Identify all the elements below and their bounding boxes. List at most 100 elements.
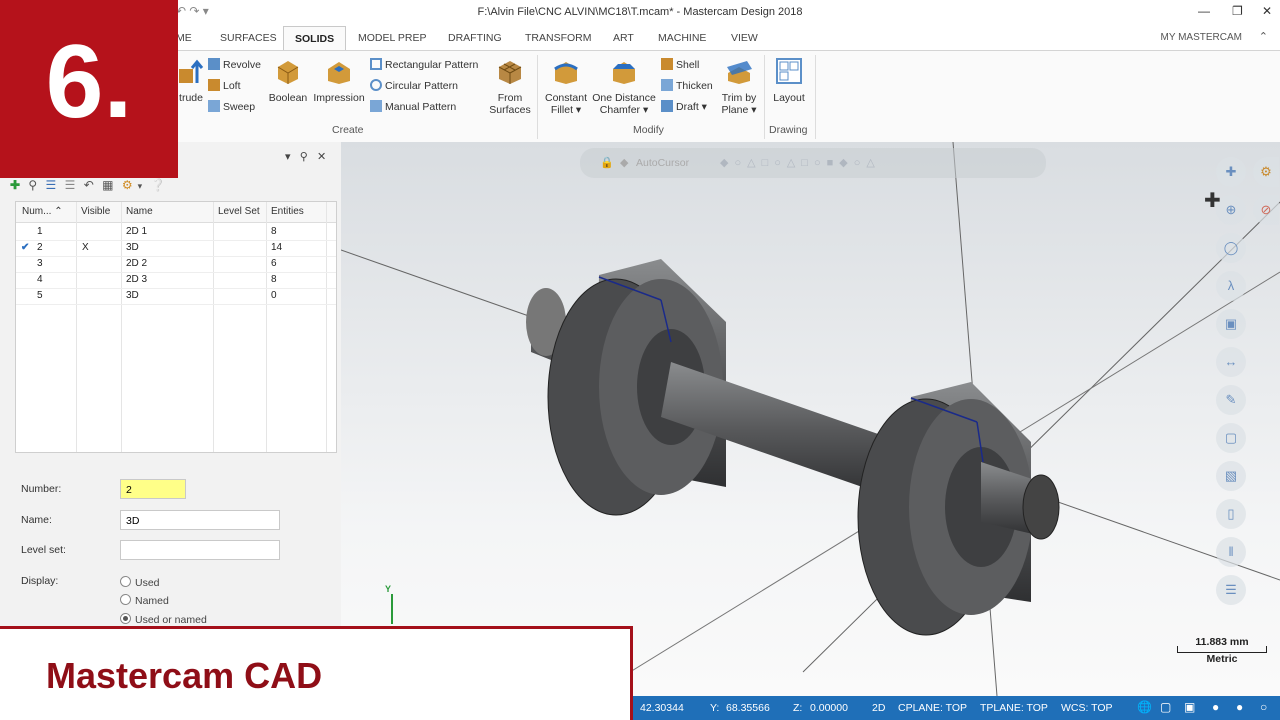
- display-named-radio[interactable]: Named: [120, 594, 169, 607]
- restore-icon[interactable]: ❐: [1232, 4, 1243, 18]
- autocursor-icon[interactable]: ◆: [620, 156, 628, 169]
- my-mastercam-link[interactable]: MY MASTERCAM: [1161, 32, 1243, 43]
- layout-label: Layout: [773, 92, 805, 104]
- snap-icons[interactable]: ◆○△□○△□○■◆○△: [720, 156, 881, 169]
- tab-model-prep[interactable]: MODEL PREP: [352, 26, 432, 50]
- cplane-selector[interactable]: CPLANE: TOP: [898, 702, 967, 714]
- circle-icon[interactable]: ◯: [1216, 233, 1246, 263]
- one-distance-chamfer-button[interactable]: One Distance Chamfer ▾: [591, 57, 657, 116]
- number-input[interactable]: 2: [120, 479, 186, 499]
- add-view-icon[interactable]: ✚: [1216, 157, 1246, 187]
- close-window-icon[interactable]: ✕: [1262, 4, 1272, 18]
- title-banner: Mastercam CAD: [0, 626, 633, 720]
- brush-icon[interactable]: ✎: [1216, 385, 1246, 415]
- lock-icon[interactable]: 🔒: [600, 156, 614, 169]
- pin-icon[interactable]: ⚲: [300, 151, 308, 163]
- autocursor-toolbar[interactable]: 🔒 ◆ AutoCursor ◆○△□○△□○■◆○△: [580, 148, 1046, 178]
- curve-icon[interactable]: λ: [1216, 271, 1246, 301]
- manual-pattern-button[interactable]: Manual Pattern: [370, 99, 456, 115]
- find-icon[interactable]: ⚲: [28, 178, 37, 192]
- col-visible[interactable]: Visible: [81, 206, 110, 217]
- mode-toggle[interactable]: 2D: [872, 702, 885, 714]
- stack-icon[interactable]: ☰: [1216, 575, 1246, 605]
- row-entities: 0: [271, 290, 277, 301]
- extrude-button[interactable]: trude: [176, 57, 206, 104]
- autocursor-label[interactable]: AutoCursor: [636, 157, 689, 169]
- col-entities[interactable]: Entities: [271, 206, 304, 217]
- level-set-input[interactable]: [120, 540, 280, 560]
- layers-alt-icon[interactable]: ☰: [65, 178, 76, 192]
- layout-icon: [776, 58, 802, 84]
- cancel-icon[interactable]: ⊘: [1253, 195, 1279, 225]
- layers-icon[interactable]: ☰: [46, 178, 57, 192]
- minimize-icon[interactable]: —: [1198, 4, 1210, 18]
- cube-icon[interactable]: ▢: [1216, 423, 1246, 453]
- gear-dropdown-icon[interactable]: ▾: [138, 181, 143, 192]
- boolean-button[interactable]: Boolean: [266, 57, 310, 104]
- row-name: 2D 3: [126, 274, 148, 285]
- globe-icon[interactable]: 🌐: [1137, 700, 1152, 714]
- circular-pattern-label: Circular Pattern: [385, 80, 458, 92]
- table-row[interactable]: 4 2D 3 8: [16, 272, 336, 289]
- section-icon[interactable]: ▯: [1216, 499, 1246, 529]
- dimension-icon[interactable]: ↔: [1216, 347, 1246, 377]
- tab-art[interactable]: ART: [607, 26, 640, 50]
- y-coordinate-label: Y:: [710, 702, 720, 714]
- name-input[interactable]: 3D: [120, 510, 280, 530]
- panel-close-icon[interactable]: ✕: [317, 151, 326, 163]
- tab-solids[interactable]: SOLIDS: [283, 26, 347, 52]
- shell-button[interactable]: Shell: [661, 57, 699, 73]
- from-surfaces-label-1: From: [497, 92, 523, 104]
- wcs-selector[interactable]: WCS: TOP: [1061, 702, 1113, 714]
- help-icon[interactable]: ❔: [151, 178, 166, 192]
- calculator-icon[interactable]: ▦: [102, 178, 113, 192]
- pause-icon[interactable]: ‖: [1216, 537, 1246, 567]
- shading-alt-icon[interactable]: ●: [1236, 700, 1243, 714]
- draft-button[interactable]: Draft ▾: [661, 99, 707, 115]
- tplane-selector[interactable]: TPLANE: TOP: [980, 702, 1048, 714]
- row-visible[interactable]: X: [82, 242, 89, 253]
- rectangular-pattern-button[interactable]: Rectangular Pattern: [370, 57, 478, 73]
- ribbon-collapse-icon[interactable]: ⌃: [1259, 30, 1268, 43]
- sweep-button[interactable]: Sweep: [208, 99, 255, 115]
- impression-button[interactable]: Impression: [312, 57, 366, 104]
- display-label: Display:: [21, 575, 59, 587]
- layout-button[interactable]: Layout: [768, 57, 810, 104]
- cube-view-icon[interactable]: ▢: [1160, 700, 1171, 714]
- col-level-set[interactable]: Level Set: [218, 206, 260, 217]
- trim-label-1: Trim by: [721, 92, 757, 104]
- title-bar: ↶ ↷ ▾ F:\Alvin File\CNC ALVIN\MC18\T.mca…: [0, 0, 1280, 26]
- tab-transform[interactable]: TRANSFORM: [519, 26, 598, 50]
- loft-button[interactable]: Loft: [208, 78, 241, 94]
- revolve-button[interactable]: Revolve: [208, 57, 261, 73]
- table-row[interactable]: ✔ 2 X 3D 14: [16, 240, 336, 257]
- tab-surfaces[interactable]: SURFACES: [214, 26, 283, 50]
- table-row[interactable]: 5 3D 0: [16, 288, 336, 305]
- col-number[interactable]: Num... ⌃: [22, 206, 63, 217]
- tab-machine[interactable]: MACHINE: [652, 26, 712, 50]
- col-name[interactable]: Name: [126, 206, 153, 217]
- trim-by-plane-button[interactable]: Trim by Plane ▾: [718, 57, 760, 116]
- camera-icon[interactable]: ▣: [1216, 309, 1246, 339]
- panel-menu-icon[interactable]: ▾: [285, 151, 291, 163]
- shading-icon[interactable]: ●: [1212, 700, 1219, 714]
- display-used-or-named-radio[interactable]: Used or named: [120, 613, 207, 626]
- graphics-viewport[interactable]: [341, 142, 1280, 696]
- table-row[interactable]: 1 2D 1 8: [16, 224, 336, 241]
- thicken-button[interactable]: Thicken: [661, 78, 713, 94]
- circular-pattern-button[interactable]: Circular Pattern: [370, 78, 458, 94]
- from-surfaces-button[interactable]: From Surfaces: [487, 57, 533, 116]
- undo-icon[interactable]: ↶: [84, 178, 94, 192]
- gear-icon[interactable]: ⚙: [122, 178, 133, 192]
- constant-fillet-button[interactable]: Constant Fillet ▾: [543, 57, 589, 116]
- wireframe-icon[interactable]: ▣: [1184, 700, 1195, 714]
- settings-gear-icon[interactable]: ⚙: [1253, 157, 1279, 187]
- table-row[interactable]: 3 2D 2 6: [16, 256, 336, 273]
- scale-indicator: 11.883 mm Metric: [1177, 636, 1267, 665]
- tab-drafting[interactable]: DRAFTING: [442, 26, 508, 50]
- add-level-icon[interactable]: ✚: [10, 178, 20, 192]
- solid-icon[interactable]: ▧: [1216, 461, 1246, 491]
- display-used-radio[interactable]: Used: [120, 576, 160, 589]
- shading-off-icon[interactable]: ○: [1260, 700, 1267, 714]
- tab-view[interactable]: VIEW: [725, 26, 764, 50]
